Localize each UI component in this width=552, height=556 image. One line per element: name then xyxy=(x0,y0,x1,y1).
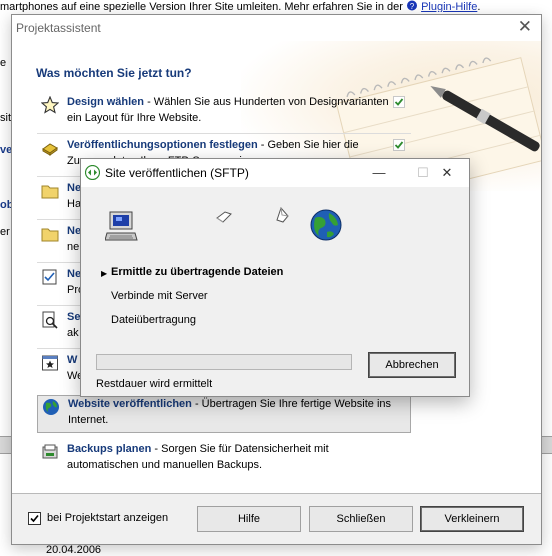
dialog-minimize-button[interactable]: — xyxy=(357,161,401,185)
window-star-icon xyxy=(42,355,58,371)
task-name[interactable]: Backups planen xyxy=(67,443,151,455)
help-button[interactable]: Hilfe xyxy=(197,506,301,532)
globe-icon xyxy=(43,399,59,415)
task-name[interactable]: Se xyxy=(67,311,80,323)
task-design-waehlen[interactable]: Design wählen - Wählen Sie aus Hunderten… xyxy=(37,94,411,132)
ftp-key-icon xyxy=(42,143,58,156)
close-button[interactable]: Schließen xyxy=(309,506,413,532)
show-on-start-checkbox[interactable] xyxy=(28,512,41,525)
task-name[interactable]: Design wählen xyxy=(67,96,144,108)
wizard-footer: bei Projektstart anzeigen Hilfe Schließe… xyxy=(12,494,541,544)
background-date: 20.04.2006 xyxy=(46,544,102,556)
sftp-publish-dialog: Site veröffentlichen (SFTP) — ☐ ✕ ▶ Ermi… xyxy=(80,158,470,397)
task-name[interactable]: Veröffentlichungsoptionen festlegen xyxy=(67,139,258,151)
task-description: ne xyxy=(67,241,80,253)
background-top-text: martphones auf eine spezielle Version Ih… xyxy=(0,1,403,13)
cancel-button[interactable]: Abbrechen xyxy=(368,352,456,378)
checkmark-icon xyxy=(393,139,405,151)
minimize-button[interactable]: Verkleinern xyxy=(420,506,524,532)
dialog-close-button[interactable]: ✕ xyxy=(425,161,469,185)
task-description: Ha xyxy=(67,198,82,210)
background-toolbar-right xyxy=(542,436,552,454)
wizard-close-button[interactable]: ✕ xyxy=(518,17,532,37)
task-separator xyxy=(37,133,411,134)
step-file-transfer: Dateiübertragung xyxy=(111,314,197,326)
wizard-heading: Was möchten Sie jetzt tun? xyxy=(36,66,192,80)
task-backups-planen[interactable]: Backups planen - Sorgen Sie für Datensic… xyxy=(37,441,411,479)
plugin-help-link[interactable]: Plugin-Hilfe xyxy=(421,1,477,13)
search-page-icon xyxy=(42,311,58,329)
flying-page-icon xyxy=(216,211,232,223)
active-step-arrow-icon: ▶ xyxy=(101,269,108,278)
background-description-text: martphones auf eine spezielle Version Ih… xyxy=(0,0,481,13)
checkmark-icon xyxy=(393,96,405,108)
backup-icon xyxy=(42,444,58,459)
task-name[interactable]: W xyxy=(67,354,77,366)
progress-bar xyxy=(96,354,352,370)
task-name[interactable]: Ne xyxy=(67,225,81,237)
svg-text:?: ? xyxy=(410,2,415,11)
task-name[interactable]: Website veröffentlichen xyxy=(68,398,192,410)
task-name[interactable]: Ne xyxy=(67,182,81,194)
help-icon: ? xyxy=(407,0,418,11)
checklist-icon xyxy=(42,269,57,285)
folder-icon xyxy=(41,228,59,242)
task-website-veroeffentlichen[interactable]: Website veröffentlichen - Übertragen Sie… xyxy=(37,395,411,433)
task-name[interactable]: Ne xyxy=(67,268,81,280)
dialog-title: Site veröffentlichen (SFTP) xyxy=(105,166,249,180)
show-on-start-label[interactable]: bei Projektstart anzeigen xyxy=(47,512,168,524)
star-icon xyxy=(41,96,59,114)
checkbox-check-icon xyxy=(30,514,39,523)
remaining-time-label: Restdauer wird ermittelt xyxy=(96,378,213,390)
flying-page-icon xyxy=(276,207,289,223)
wizard-title: Projektassistent xyxy=(16,21,101,35)
computer-icon xyxy=(105,211,138,241)
step-connect-server: Verbinde mit Server xyxy=(111,290,208,302)
task-description: ak xyxy=(67,327,79,339)
folder-icon xyxy=(41,185,59,199)
dialog-titlebar[interactable]: Site veröffentlichen (SFTP) — ☐ ✕ xyxy=(81,159,469,187)
globe-icon xyxy=(310,209,342,241)
sync-arrows-icon xyxy=(85,165,100,180)
step-determine-files: Ermittle zu übertragende Dateien xyxy=(111,266,284,278)
